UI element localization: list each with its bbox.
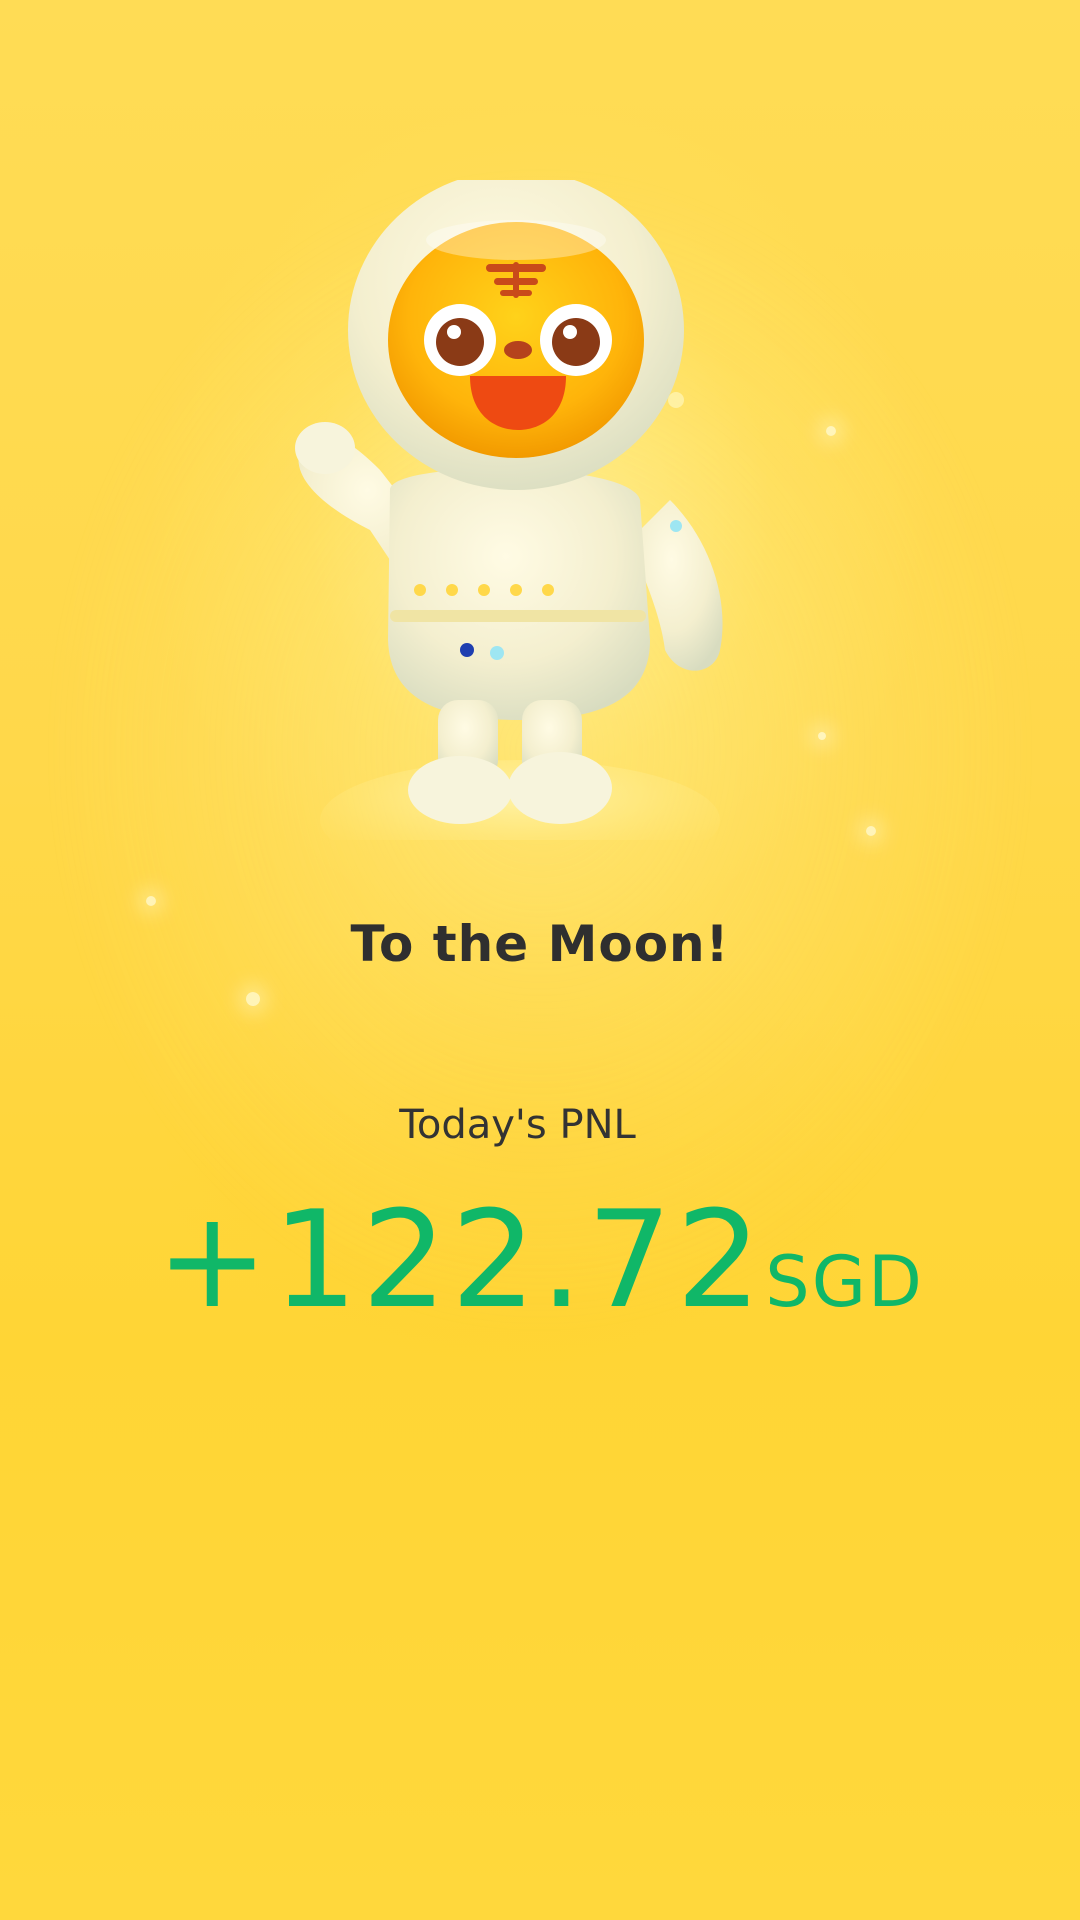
pnl-amount: +122.72	[156, 1182, 766, 1338]
sparkle-decoration	[826, 426, 836, 436]
sparkle-decoration	[146, 896, 156, 906]
sparkle-decoration	[246, 992, 260, 1006]
sparkle-decoration	[818, 732, 826, 740]
headline: To the Moon!	[350, 915, 730, 973]
sparkle-decoration	[866, 826, 876, 836]
pnl-value: +122.72SGD	[0, 1182, 1080, 1338]
pnl-label: Today's PNL	[399, 1102, 636, 1148]
tiger-astronaut-icon	[295, 180, 723, 840]
pnl-currency: SGD	[765, 1241, 924, 1323]
